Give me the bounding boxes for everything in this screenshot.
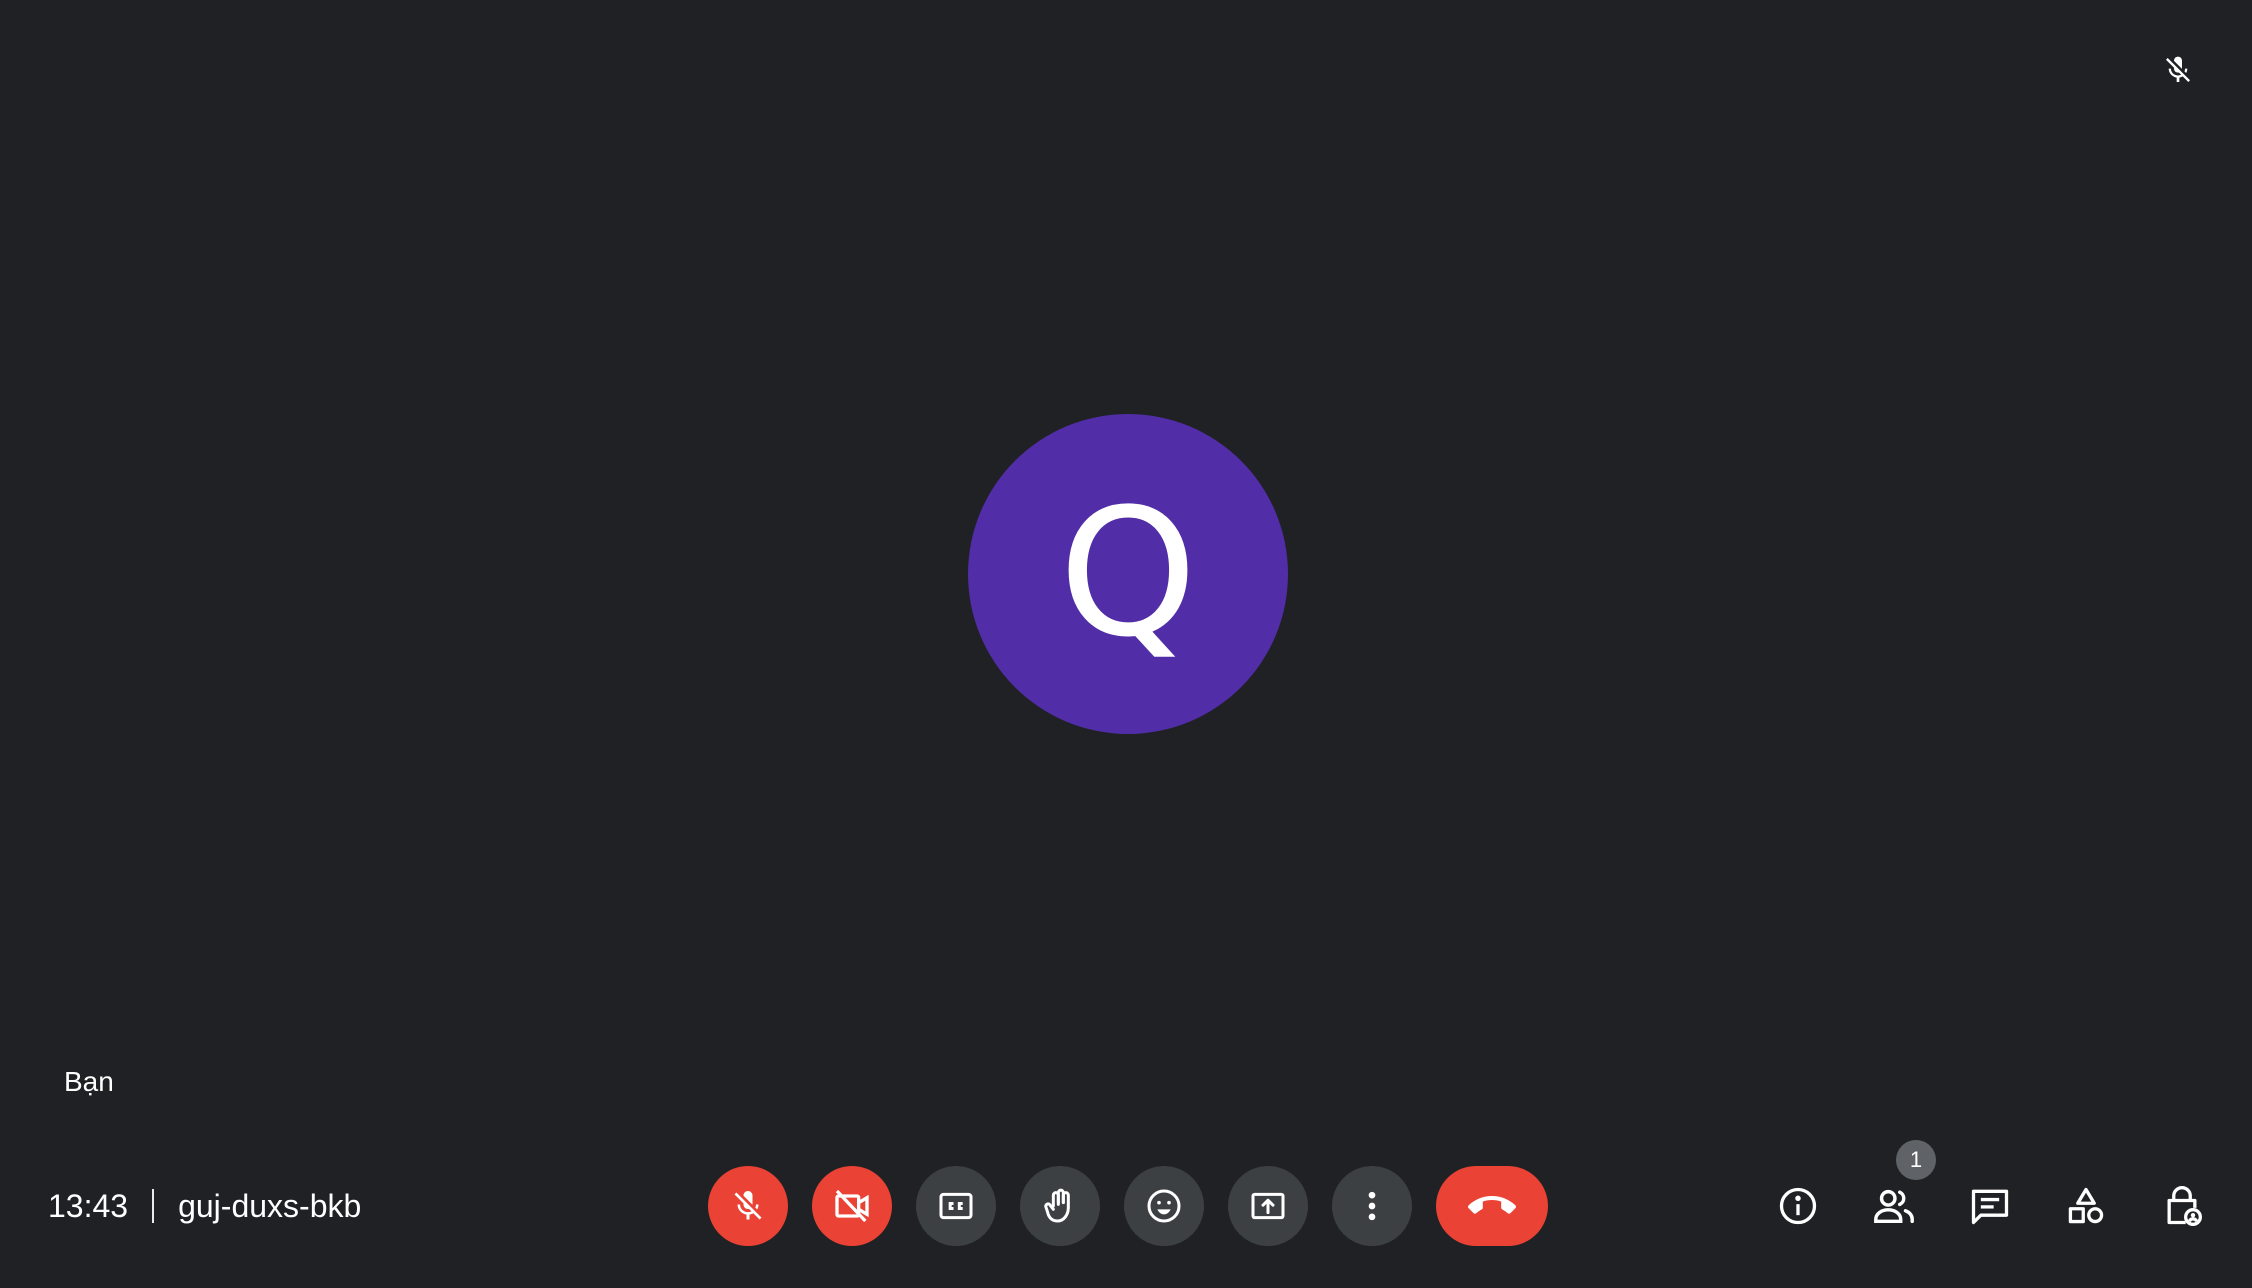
reactions-button[interactable] <box>1124 1166 1204 1246</box>
present-screen-button[interactable] <box>1228 1166 1308 1246</box>
meeting-code[interactable]: guj-duxs-bkb <box>178 1188 361 1225</box>
host-controls-button[interactable] <box>2150 1166 2214 1246</box>
captions-button[interactable] <box>916 1166 996 1246</box>
mic-off-icon <box>2158 50 2198 90</box>
microphone-toggle-button[interactable] <box>708 1166 788 1246</box>
leave-call-button[interactable] <box>1436 1166 1548 1246</box>
present-screen-icon <box>1248 1186 1288 1226</box>
camera-toggle-button[interactable] <box>812 1166 892 1246</box>
more-options-button[interactable] <box>1332 1166 1412 1246</box>
chat-button[interactable] <box>1958 1166 2022 1246</box>
call-end-icon <box>1468 1182 1516 1230</box>
participant-avatar: Q <box>968 414 1288 734</box>
closed-caption-icon <box>936 1186 976 1226</box>
more-vert-icon <box>1352 1186 1392 1226</box>
avatar-initial: Q <box>1058 471 1198 676</box>
raise-hand-button[interactable] <box>1020 1166 1100 1246</box>
lock-person-icon <box>2160 1184 2204 1228</box>
participant-tile: Q Bạn <box>0 0 2252 1140</box>
activities-button[interactable] <box>2054 1166 2118 1246</box>
chat-icon <box>1968 1184 2012 1228</box>
people-button[interactable]: 1 <box>1862 1140 1936 1246</box>
meeting-time: 13:43 <box>48 1187 129 1224</box>
info-icon <box>1776 1184 1820 1228</box>
call-controls <box>708 1166 1548 1246</box>
videocam-off-icon <box>832 1186 872 1226</box>
meeting-details-button[interactable] <box>1766 1166 1830 1246</box>
participant-name-label: Bạn <box>64 1066 114 1097</box>
mic-off-icon <box>730 1188 766 1224</box>
people-icon <box>1871 1183 1917 1229</box>
shapes-icon <box>2064 1184 2108 1228</box>
hand-icon <box>1040 1186 1080 1226</box>
people-count-badge: 1 <box>1896 1140 1936 1180</box>
emoji-icon <box>1144 1186 1184 1226</box>
side-panel-actions: 1 <box>1766 1140 2214 1246</box>
meeting-info: 13:43 guj-duxs-bkb <box>48 1186 361 1226</box>
meeting-info-divider <box>152 1189 155 1223</box>
meeting-stage: Q Bạn 13:43 guj-duxs-bkb 1 <box>0 0 2252 1288</box>
